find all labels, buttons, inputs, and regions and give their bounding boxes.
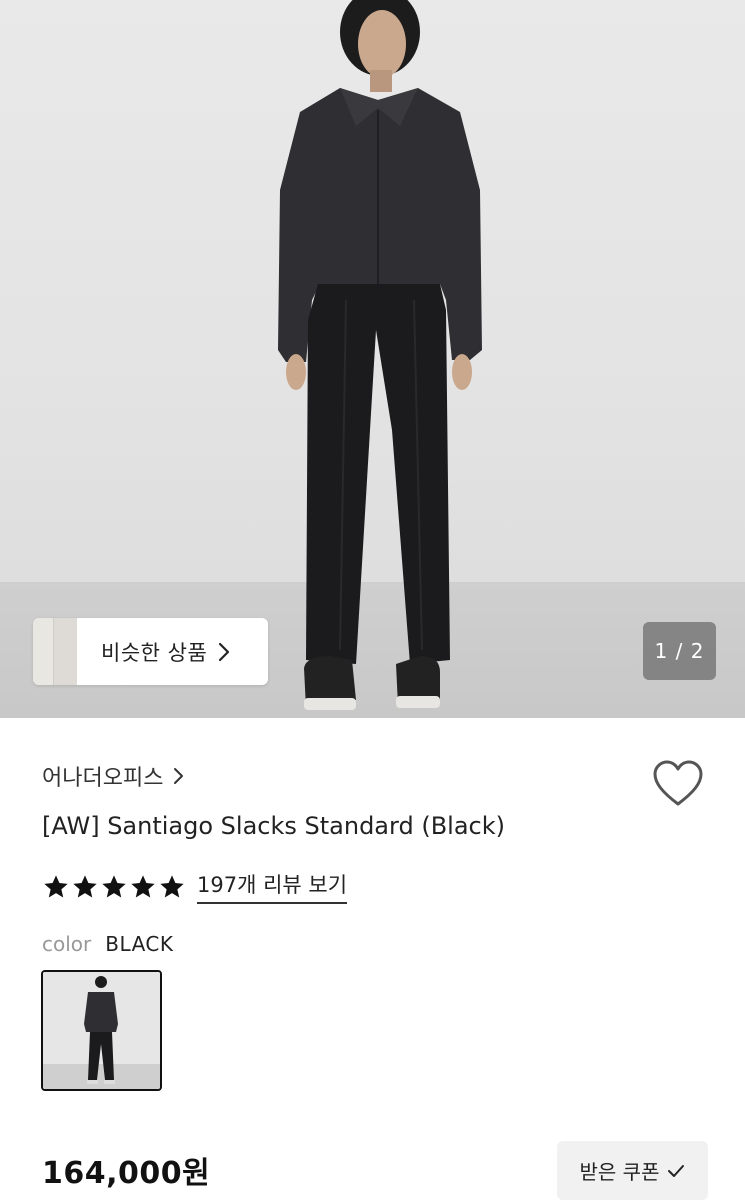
star-filled-icon <box>102 874 126 897</box>
received-coupons-button[interactable]: 받은 쿠폰 <box>557 1141 708 1200</box>
heart-outline-icon[interactable] <box>652 760 704 808</box>
brand-link[interactable]: 어나더오피스 <box>42 760 185 792</box>
color-swatch-black[interactable] <box>41 970 162 1091</box>
product-photo <box>278 0 482 710</box>
brand-name: 어나더오피스 <box>42 766 164 791</box>
coupon-label: 받은 쿠폰 <box>579 1160 660 1184</box>
reviews-link[interactable]: 197개 리뷰 보기 <box>197 869 348 904</box>
product-price: 164,000원 <box>42 1156 211 1191</box>
swatch-thumbnail-image <box>43 972 160 1089</box>
star-filled-icon <box>131 874 155 897</box>
product-image-gallery[interactable]: 비슷한 상품 1 / 2 <box>0 0 745 718</box>
rating-stars <box>42 873 187 901</box>
color-label: color <box>42 932 92 956</box>
similar-products-button[interactable]: 비슷한 상품 <box>33 618 268 685</box>
similar-products-label: 비슷한 상품 <box>101 640 208 665</box>
rating-row: 197개 리뷰 보기 <box>42 869 348 904</box>
similar-products-thumbnails <box>33 618 77 685</box>
check-icon <box>668 1164 685 1177</box>
star-filled-icon <box>73 874 97 897</box>
chevron-right-icon <box>174 768 184 784</box>
star-filled-icon <box>44 874 68 897</box>
image-page-indicator: 1 / 2 <box>643 622 716 680</box>
star-filled-icon <box>160 874 184 897</box>
chevron-right-icon <box>219 642 230 661</box>
color-option-row: color BLACK <box>42 932 173 956</box>
selected-color-value: BLACK <box>105 932 174 956</box>
product-title: [AW] Santiago Slacks Standard (Black) <box>42 812 505 840</box>
